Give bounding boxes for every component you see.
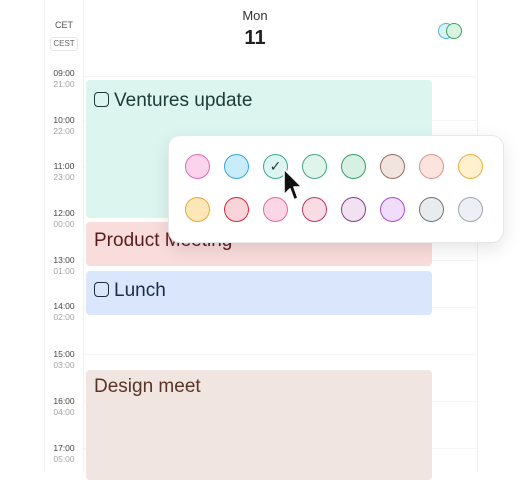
day-name: Mon (242, 8, 268, 23)
color-swatch-pink[interactable] (185, 154, 210, 179)
event-lunch[interactable]: Lunch (86, 271, 432, 315)
time-slot-label: 11:00 23:00 (53, 161, 75, 182)
time-slot-label: 13:00 01:00 (53, 255, 75, 276)
color-swatch-purple[interactable] (341, 197, 366, 222)
mouse-pointer-icon (283, 168, 303, 201)
color-swatch-gray[interactable] (458, 197, 483, 222)
day-number: 11 (244, 27, 266, 49)
event-title: Ventures update (114, 90, 253, 111)
color-swatch-rose-beige[interactable] (419, 154, 444, 179)
task-checkbox-icon[interactable] (94, 282, 109, 297)
header-divider (84, 76, 477, 77)
time-slot-label: 14:00 02:00 (53, 301, 75, 322)
color-swatch-slate[interactable] (419, 197, 444, 222)
time-column: CET CEST 09:00 21:00 10:00 22:00 11:00 23:0… (45, 0, 84, 472)
color-swatch-sky-blue[interactable] (224, 154, 249, 179)
color-picker-popover: ✓ (168, 135, 504, 243)
time-slot-label: 16:00 04:00 (53, 396, 75, 417)
color-swatch-violet[interactable] (380, 197, 405, 222)
calendar-overlap-icon[interactable] (438, 23, 468, 41)
event-title: Lunch (114, 280, 166, 301)
color-swatch-brown[interactable] (380, 154, 405, 179)
time-slot-label: 15:00 03:00 (53, 349, 75, 370)
time-slot-label: 12:00 00:00 (53, 208, 75, 229)
time-slot-label: 17:00 05:00 (53, 443, 75, 464)
time-slot-label: 09:00 21:00 (53, 68, 75, 89)
hour-grid-line (84, 354, 477, 355)
time-slot-label: 10:00 22:00 (53, 115, 75, 136)
timezone-secondary-label: CEST (50, 37, 78, 51)
timezone-primary-label: CET (55, 20, 73, 30)
color-swatch-green[interactable] (341, 154, 366, 179)
color-swatch-red[interactable] (224, 197, 249, 222)
color-swatch-amber[interactable] (185, 197, 210, 222)
task-checkbox-icon[interactable] (94, 92, 109, 107)
event-design-meet[interactable]: Design meet (86, 370, 432, 480)
day-header[interactable]: Mon 11 (205, 8, 305, 50)
color-swatch-yellow[interactable] (458, 154, 483, 179)
event-title: Design meet (94, 376, 201, 397)
